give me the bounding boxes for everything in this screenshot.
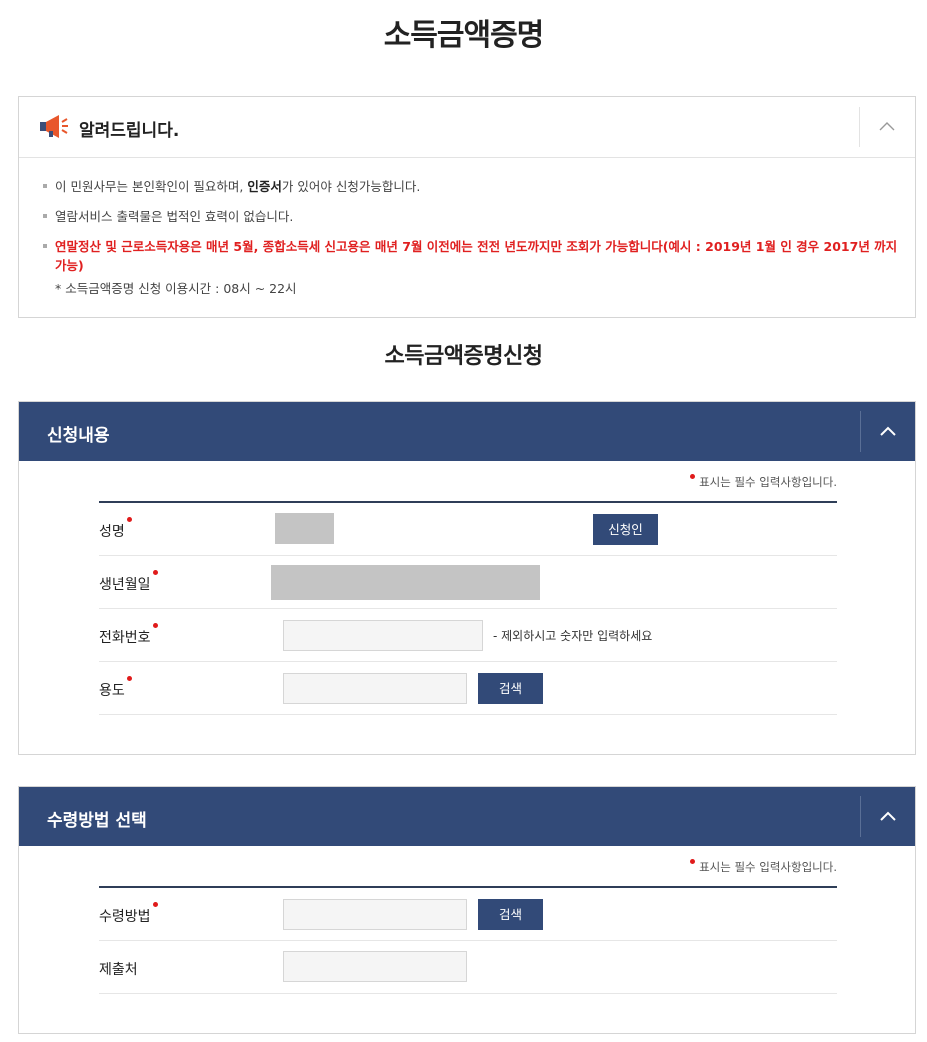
panel-collapse-button[interactable] (860, 411, 915, 452)
application-panel: 신청내용 표시는 필수 입력사항입니다. 성명 신청인 생년월일 전화번호 - … (18, 401, 916, 755)
application-panel-header: 신청내용 (19, 402, 915, 461)
method-search-button[interactable]: 검색 (478, 899, 543, 930)
phone-input[interactable] (283, 620, 483, 651)
required-dot (126, 676, 132, 681)
phone-row: 전화번호 - 제외하시고 숫자만 입력하세요 (99, 609, 837, 662)
purpose-row: 용도 검색 (99, 662, 837, 715)
phone-hint: - 제외하시고 숫자만 입력하세요 (493, 629, 653, 643)
required-dot (690, 859, 696, 864)
notice-title: 알려드립니다. (79, 121, 180, 141)
applicant-button[interactable]: 신청인 (593, 514, 658, 545)
birth-value-masked (271, 565, 540, 600)
notice-hours: * 소득금액증명 신청 이용시간 : 08시 ~ 22시 (55, 281, 297, 296)
phone-label: 전화번호 (99, 623, 158, 647)
megaphone-icon (40, 115, 68, 138)
notice-list: 이 민원사무는 본인확인이 필요하며, 인증서가 있어야 신청가능합니다. 열람… (43, 177, 903, 275)
name-row: 성명 신청인 (99, 503, 837, 556)
panel-title: 수령방법 선택 (47, 811, 147, 831)
chevron-up-icon (880, 426, 896, 436)
chevron-up-icon (879, 122, 895, 131)
required-dot (690, 474, 696, 479)
purpose-label: 용도 (99, 676, 132, 700)
required-note: 표시는 필수 입력사항입니다. (690, 859, 837, 875)
notice-box: 알려드립니다. 이 민원사무는 본인확인이 필요하며, 인증서가 있어야 신청가… (18, 96, 916, 318)
notice-item: 열람서비스 출력물은 법적인 효력이 없습니다. (43, 207, 903, 237)
method-row: 수령방법 검색 (99, 888, 837, 941)
method-input[interactable] (283, 899, 467, 930)
submit-to-label: 제출처 (99, 962, 138, 978)
chevron-up-icon (880, 811, 896, 821)
notice-collapse-button[interactable] (859, 107, 915, 147)
notice-header: 알려드립니다. (19, 97, 915, 158)
notice-warning: 연말정산 및 근로소득자용은 매년 5월, 종합소득세 신고용은 매년 7월 이… (43, 237, 903, 275)
page-title: 소득금액증명 (383, 18, 545, 53)
required-dot (152, 570, 158, 575)
required-dot (152, 902, 158, 907)
purpose-search-button[interactable]: 검색 (478, 673, 543, 704)
purpose-input[interactable] (283, 673, 467, 704)
birth-row: 생년월일 (99, 556, 837, 609)
required-dot (152, 623, 158, 628)
receipt-method-panel: 수령방법 선택 표시는 필수 입력사항입니다. 수령방법 검색 제출처 (18, 786, 916, 1034)
submit-to-row: 제출처 (99, 941, 837, 994)
receipt-panel-header: 수령방법 선택 (19, 787, 915, 846)
panel-title: 신청내용 (47, 426, 110, 446)
section-title: 소득금액증명신청 (384, 344, 543, 369)
submit-to-input[interactable] (283, 951, 467, 982)
panel-collapse-button[interactable] (860, 796, 915, 837)
name-label: 성명 (99, 517, 132, 541)
method-label: 수령방법 (99, 902, 158, 926)
notice-item: 이 민원사무는 본인확인이 필요하며, 인증서가 있어야 신청가능합니다. (43, 177, 903, 207)
birth-label: 생년월일 (99, 570, 158, 594)
name-value-masked (275, 513, 334, 544)
required-dot (126, 517, 132, 522)
required-note: 표시는 필수 입력사항입니다. (690, 474, 837, 490)
